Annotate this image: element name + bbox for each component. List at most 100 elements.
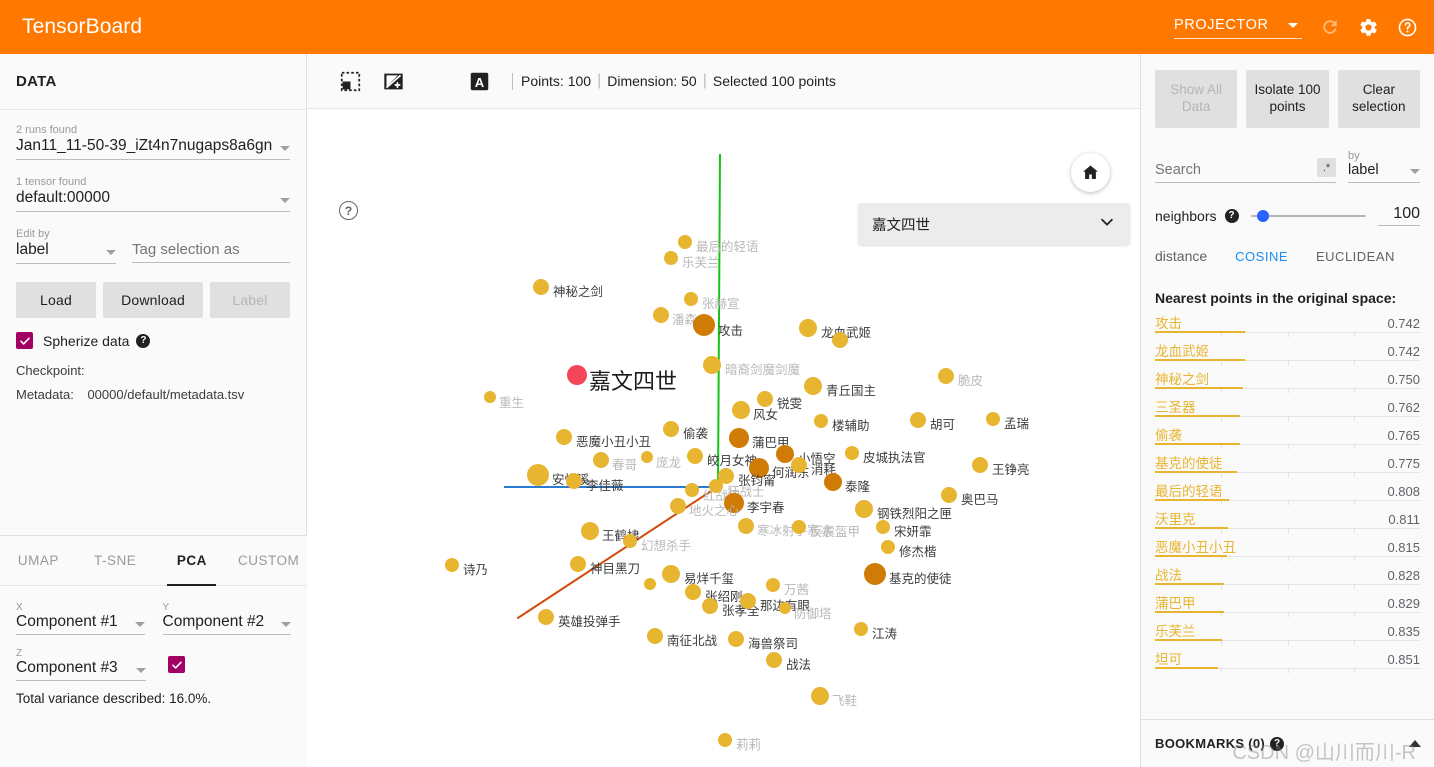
chevron-up-icon[interactable]	[1409, 740, 1421, 747]
nearest-point-label[interactable]: 战法	[1155, 564, 1182, 584]
scatter-point[interactable]	[556, 429, 572, 445]
help-icon[interactable]: ?	[1270, 736, 1285, 751]
scatter-point[interactable]	[703, 356, 721, 374]
pca-3d-checkbox[interactable]	[168, 656, 185, 673]
home-icon[interactable]	[1071, 153, 1110, 192]
scatter-point[interactable]	[792, 520, 806, 534]
tag-selection-input[interactable]	[132, 241, 290, 263]
scatter-point[interactable]	[881, 540, 895, 554]
nearest-point-label[interactable]: 龙血武姬	[1155, 340, 1209, 360]
scatter-point[interactable]	[644, 578, 656, 590]
scatter-point[interactable]	[876, 520, 890, 534]
nearest-points-list[interactable]: 攻击 0.742 龙血武姬 0.742 神秘之剑 0.750 三圣器 0.762 偷袭 0.765…	[1141, 312, 1434, 680]
slider-thumb[interactable]	[1256, 209, 1269, 222]
scatter-point[interactable]	[832, 332, 848, 348]
scatter-point[interactable]	[718, 733, 732, 747]
pca-x-selector[interactable]: X Component #1	[16, 602, 145, 635]
search-field[interactable]: .*	[1155, 158, 1336, 183]
point-hover-card[interactable]: 嘉文四世	[858, 203, 1130, 245]
distance-option-euclidean[interactable]: EUCLIDEAN	[1316, 249, 1395, 264]
scatter-point[interactable]	[811, 687, 829, 705]
scatter-point[interactable]	[738, 518, 754, 534]
nearest-point-row[interactable]: 基克的使徒 0.775	[1155, 452, 1420, 480]
scatter-point[interactable]	[938, 368, 954, 384]
scatter-point[interactable]	[684, 292, 698, 306]
help-icon[interactable]: ?	[136, 333, 151, 348]
scatter-point[interactable]	[854, 622, 868, 636]
pca-y-selector[interactable]: Y Component #2	[162, 602, 291, 635]
scatter-point[interactable]	[732, 401, 750, 419]
nearest-point-label[interactable]: 恶魔小丑小丑	[1155, 536, 1236, 556]
neighbors-value[interactable]: 100	[1378, 205, 1420, 226]
load-button[interactable]: Load	[16, 282, 97, 318]
scatter-point[interactable]	[740, 593, 756, 609]
scatter-point[interactable]	[799, 319, 817, 337]
scatter-point[interactable]	[581, 522, 599, 540]
scatter-point[interactable]	[663, 421, 679, 437]
nearest-point-row[interactable]: 坦可 0.851	[1155, 648, 1420, 676]
scatter-point[interactable]	[779, 602, 791, 614]
tab-tsne[interactable]: T-SNE	[77, 536, 154, 585]
scatter-point[interactable]	[533, 279, 549, 295]
nearest-point-row[interactable]: 战法 0.828	[1155, 564, 1420, 592]
run-selector[interactable]: 2 runs found Jan11_11-50-39_iZt4n7nugaps…	[16, 124, 290, 160]
scatter-point[interactable]	[845, 446, 859, 460]
scatter-point[interactable]	[702, 598, 718, 614]
isolate-points-button[interactable]: Isolate 100 points	[1246, 70, 1329, 128]
tab-custom[interactable]: CUSTOM	[230, 536, 307, 585]
scatter-point[interactable]	[709, 479, 723, 493]
scatter-point[interactable]	[641, 451, 653, 463]
distance-option-cosine[interactable]: COSINE	[1235, 249, 1288, 264]
scatter-point[interactable]	[593, 452, 609, 468]
nearest-point-row[interactable]: 偷袭 0.765	[1155, 424, 1420, 452]
scatter-point[interactable]	[824, 473, 842, 491]
spherize-checkbox[interactable]	[16, 332, 33, 349]
chevron-down-icon[interactable]	[1098, 213, 1116, 236]
scatter-point[interactable]	[445, 558, 459, 572]
search-by-selector[interactable]: by label	[1348, 150, 1420, 183]
scatter-point[interactable]	[566, 473, 582, 489]
search-input[interactable]	[1155, 162, 1317, 178]
nearest-point-label[interactable]: 基克的使徒	[1155, 452, 1223, 472]
nearest-point-row[interactable]: 龙血武姬 0.742	[1155, 340, 1420, 368]
label-a-icon[interactable]: A	[469, 71, 490, 92]
gear-icon[interactable]	[1358, 17, 1379, 38]
nearest-point-row[interactable]: 蒲巴甲 0.829	[1155, 592, 1420, 620]
scatter-plot-canvas[interactable]: ? 嘉文四世 最后的轻语 乐芙兰 神秘之剑 张赫宣 潘森 攻击 龙血武姬 暗裔剑魔剑魔 嘉文四世…	[307, 109, 1140, 767]
nearest-point-row[interactable]: 最后的轻语 0.808	[1155, 480, 1420, 508]
scatter-point[interactable]	[647, 628, 663, 644]
nearest-point-label[interactable]: 偷袭	[1155, 424, 1182, 444]
regex-toggle-button[interactable]: .*	[1317, 158, 1336, 177]
nearest-point-row[interactable]: 乐芙兰 0.835	[1155, 620, 1420, 648]
help-icon[interactable]: ?	[1224, 208, 1239, 223]
spherize-data-row[interactable]: Spherize data ?	[16, 332, 290, 349]
scatter-point[interactable]	[567, 365, 587, 385]
scatter-point[interactable]	[685, 483, 699, 497]
nearest-point-label[interactable]: 沃里克	[1155, 508, 1196, 528]
pca-z-selector[interactable]: Z Component #3	[16, 648, 146, 681]
help-icon[interactable]	[1397, 17, 1418, 38]
edit-image-icon[interactable]	[383, 71, 404, 92]
neighbors-slider[interactable]	[1250, 208, 1366, 224]
nearest-point-row[interactable]: 沃里克 0.811	[1155, 508, 1420, 536]
night-mode-icon[interactable]	[426, 71, 447, 92]
scatter-point[interactable]	[864, 563, 886, 585]
scatter-point[interactable]	[972, 457, 988, 473]
scatter-point[interactable]	[910, 412, 926, 428]
nearest-point-label[interactable]: 坦可	[1155, 648, 1182, 668]
scatter-point[interactable]	[570, 556, 586, 572]
scatter-point[interactable]	[986, 412, 1000, 426]
scatter-point[interactable]	[941, 487, 957, 503]
scatter-point[interactable]	[662, 565, 680, 583]
nearest-point-label[interactable]: 乐芙兰	[1155, 620, 1196, 640]
nearest-point-label[interactable]: 攻击	[1155, 312, 1182, 332]
scatter-point[interactable]	[728, 631, 744, 647]
scatter-point[interactable]	[687, 448, 703, 464]
nearest-point-label[interactable]: 最后的轻语	[1155, 480, 1223, 500]
scatter-point[interactable]	[685, 584, 701, 600]
nearest-point-row[interactable]: 神秘之剑 0.750	[1155, 368, 1420, 396]
edit-by-selector[interactable]: Edit by label	[16, 228, 116, 264]
scatter-point[interactable]	[484, 391, 496, 403]
nearest-point-row[interactable]: 恶魔小丑小丑 0.815	[1155, 536, 1420, 564]
scatter-point[interactable]	[653, 307, 669, 323]
